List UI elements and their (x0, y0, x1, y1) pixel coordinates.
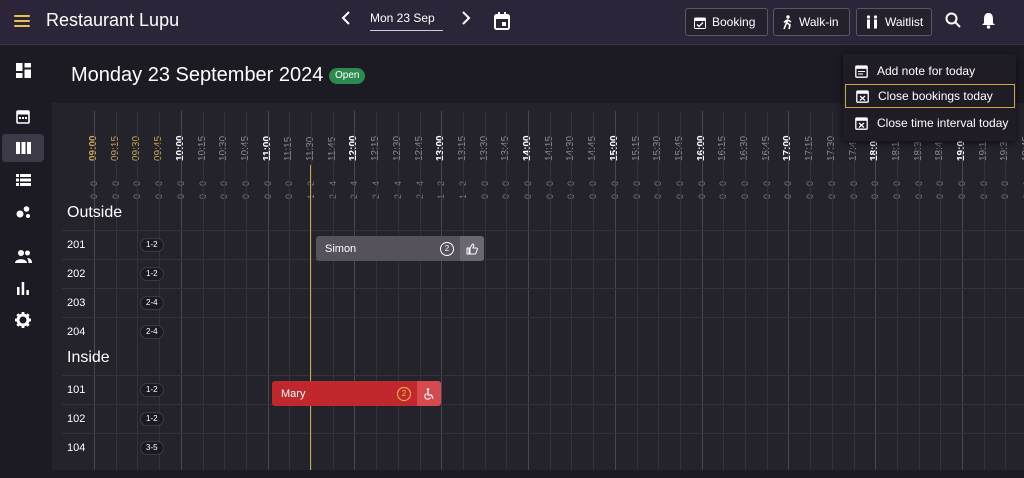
table-capacity: 1-2 (140, 267, 164, 281)
menu-item-label: Close bookings today (878, 89, 993, 103)
walkin-button-label: Walk-in (799, 15, 839, 29)
page-title: Monday 23 September 2024 (71, 64, 324, 86)
table-row[interactable]: 201 1-2 (62, 230, 1024, 259)
menu-item-add-note[interactable]: Add note for today (845, 59, 1015, 83)
calendar-icon[interactable] (494, 12, 510, 35)
dashboard-icon[interactable] (2, 56, 44, 84)
area-title-inside: Inside (67, 349, 110, 366)
table-row[interactable]: 104 3-5 (62, 433, 1024, 462)
next-day-button[interactable] (456, 11, 476, 30)
walking-person-icon (783, 14, 792, 29)
walkin-button[interactable]: Walk-in (773, 8, 850, 36)
close-calendar-icon (855, 117, 868, 130)
timeline-view-icon[interactable] (2, 134, 44, 162)
table-capacity: 2-4 (140, 296, 164, 310)
top-bar: Restaurant Lupu Mon 23 Sep Booking Walk-… (0, 0, 1024, 45)
booking-block-simon[interactable]: Simon 2 (316, 236, 484, 261)
date-selector[interactable]: Mon 23 Sep (370, 11, 443, 31)
menu-item-close-bookings[interactable]: Close bookings today (845, 84, 1015, 108)
table-name: 203 (67, 297, 86, 309)
guests-icon[interactable] (2, 242, 44, 270)
table-name: 204 (67, 326, 86, 338)
current-time-line (310, 165, 311, 470)
booking-guest-name: Mary (281, 387, 306, 400)
status-badge: Open (329, 68, 366, 84)
table-capacity: 3-5 (140, 441, 164, 455)
floor-plan-icon[interactable] (2, 198, 44, 226)
waitlist-button-label: Waitlist (885, 15, 924, 29)
area-title-outside: Outside (67, 204, 123, 221)
booking-button-label: Booking (712, 15, 756, 29)
table-name: 101 (67, 384, 86, 396)
timeline-grid[interactable]: 09:000 - 009:150 - 009:300 - 009:450 - 0… (52, 103, 1024, 470)
sidebar (0, 45, 46, 478)
table-name: 104 (67, 442, 86, 454)
table-capacity: 2-4 (140, 325, 164, 339)
table-row[interactable]: 101 1-2 (62, 375, 1024, 404)
table-name: 102 (67, 413, 86, 425)
app-title: Restaurant Lupu (46, 10, 180, 30)
close-calendar-icon (856, 90, 869, 103)
settings-gear-icon[interactable] (2, 306, 44, 334)
booking-button[interactable]: Booking (685, 8, 768, 36)
table-capacity: 1-2 (140, 238, 164, 252)
chevron-left-icon (341, 11, 350, 25)
menu-icon[interactable] (14, 14, 30, 28)
booking-guest-count: 2 (397, 386, 411, 401)
table-name: 201 (67, 239, 86, 251)
table-row[interactable]: 203 2-4 (62, 288, 1024, 317)
bell-icon[interactable] (981, 12, 996, 34)
booking-guest-count: 2 (440, 241, 454, 256)
menu-item-label: Add note for today (877, 64, 976, 78)
table-row[interactable]: 102 1-2 (62, 404, 1024, 433)
table-row[interactable]: 202 1-2 (62, 259, 1024, 288)
previous-day-button[interactable] (336, 11, 356, 30)
statistics-icon[interactable] (2, 274, 44, 302)
waitlist-button[interactable]: Waitlist (856, 8, 932, 36)
menu-item-label: Close time interval today (877, 116, 1009, 130)
menu-item-close-interval[interactable]: Close time interval today (845, 111, 1015, 135)
booking-guest-name: Simon (325, 242, 357, 255)
thumbs-up-icon[interactable] (460, 236, 484, 261)
table-name: 202 (67, 268, 86, 280)
table-capacity: 1-2 (140, 383, 164, 397)
calendar-check-icon (694, 17, 706, 29)
search-icon[interactable] (945, 12, 961, 33)
note-calendar-icon (855, 65, 868, 78)
wheelchair-icon[interactable] (417, 381, 441, 406)
day-actions-menu: Add note for today Close bookings today … (843, 54, 1016, 141)
booking-block-mary[interactable]: Mary 2 (272, 381, 441, 406)
calendar-nav-icon[interactable] (2, 102, 44, 130)
people-icon (866, 15, 878, 29)
chevron-right-icon (462, 11, 471, 25)
table-row[interactable]: 204 2-4 (62, 317, 1024, 346)
table-capacity: 1-2 (140, 412, 164, 426)
list-view-icon[interactable] (2, 166, 44, 194)
